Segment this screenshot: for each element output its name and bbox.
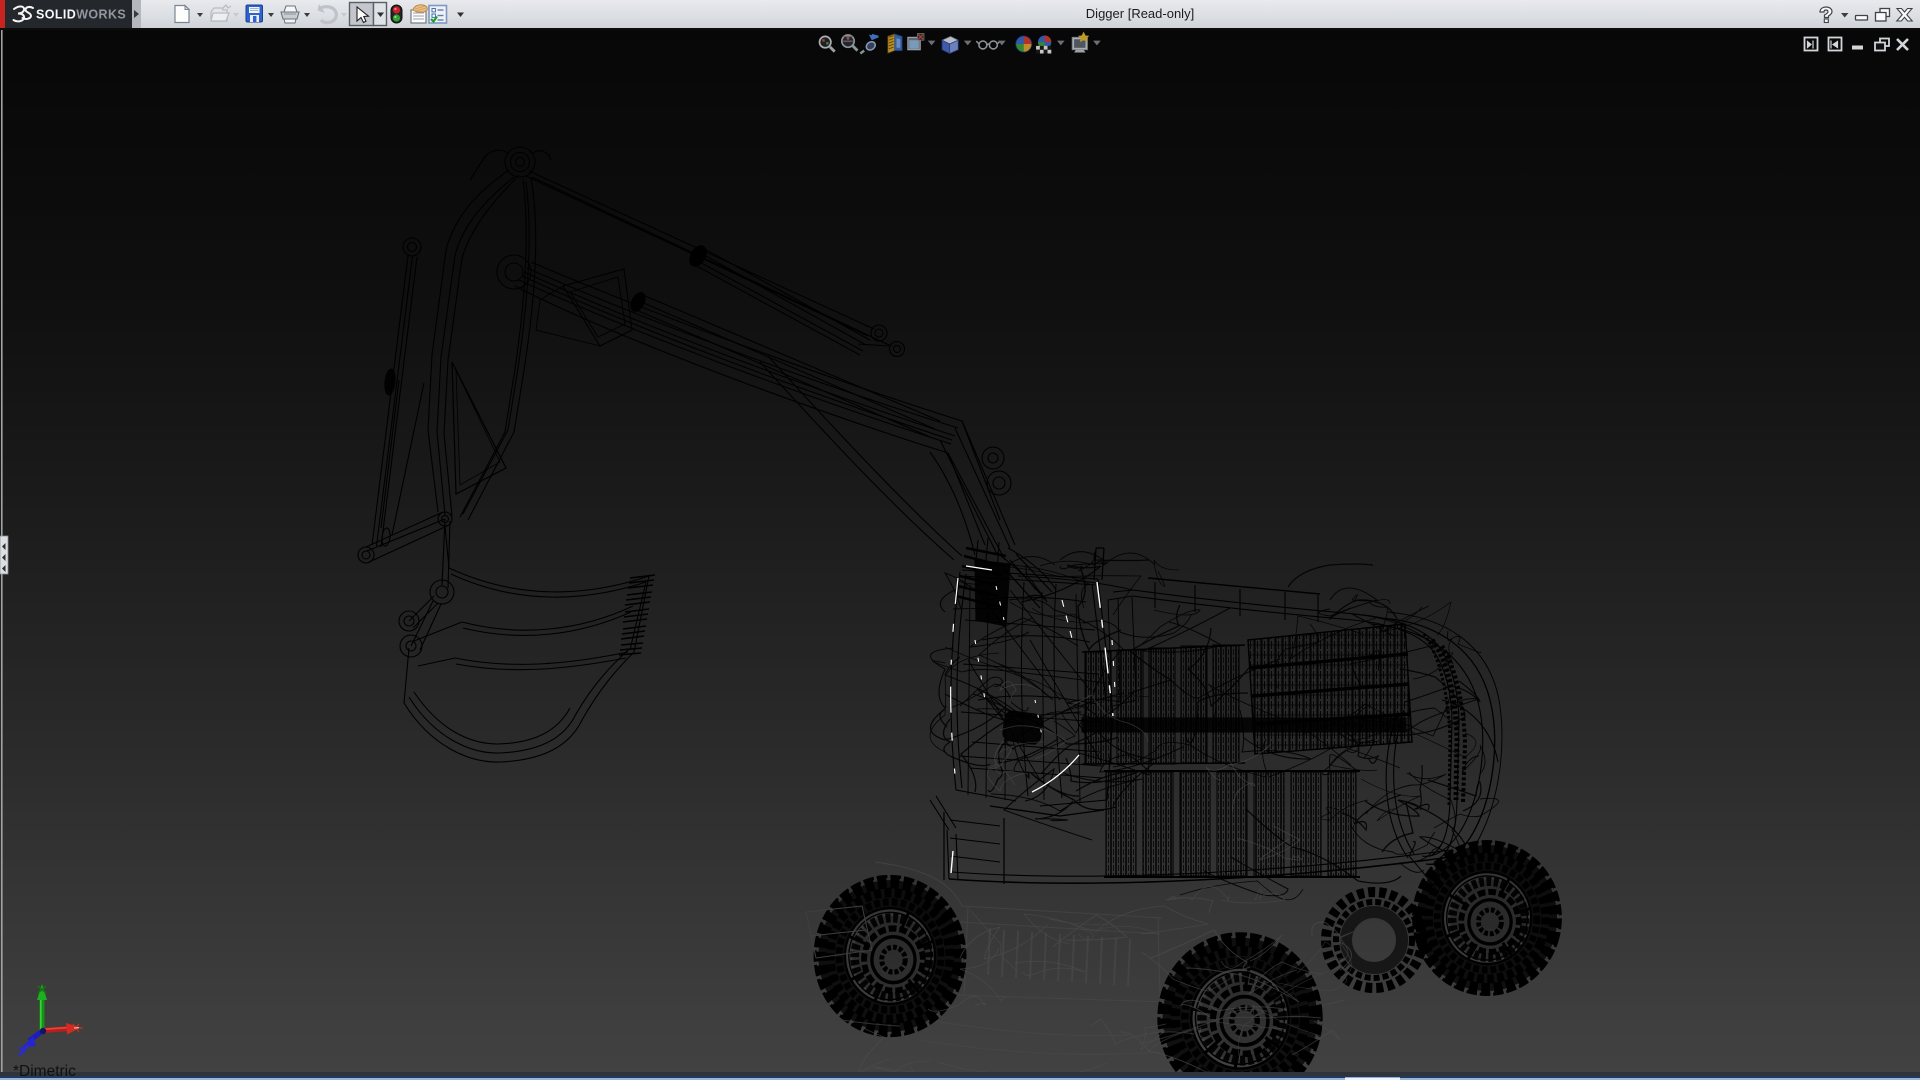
- svg-text:SOLIDWORKS: SOLIDWORKS: [36, 8, 126, 22]
- svg-text:*Dimetric: *Dimetric: [13, 1063, 76, 1080]
